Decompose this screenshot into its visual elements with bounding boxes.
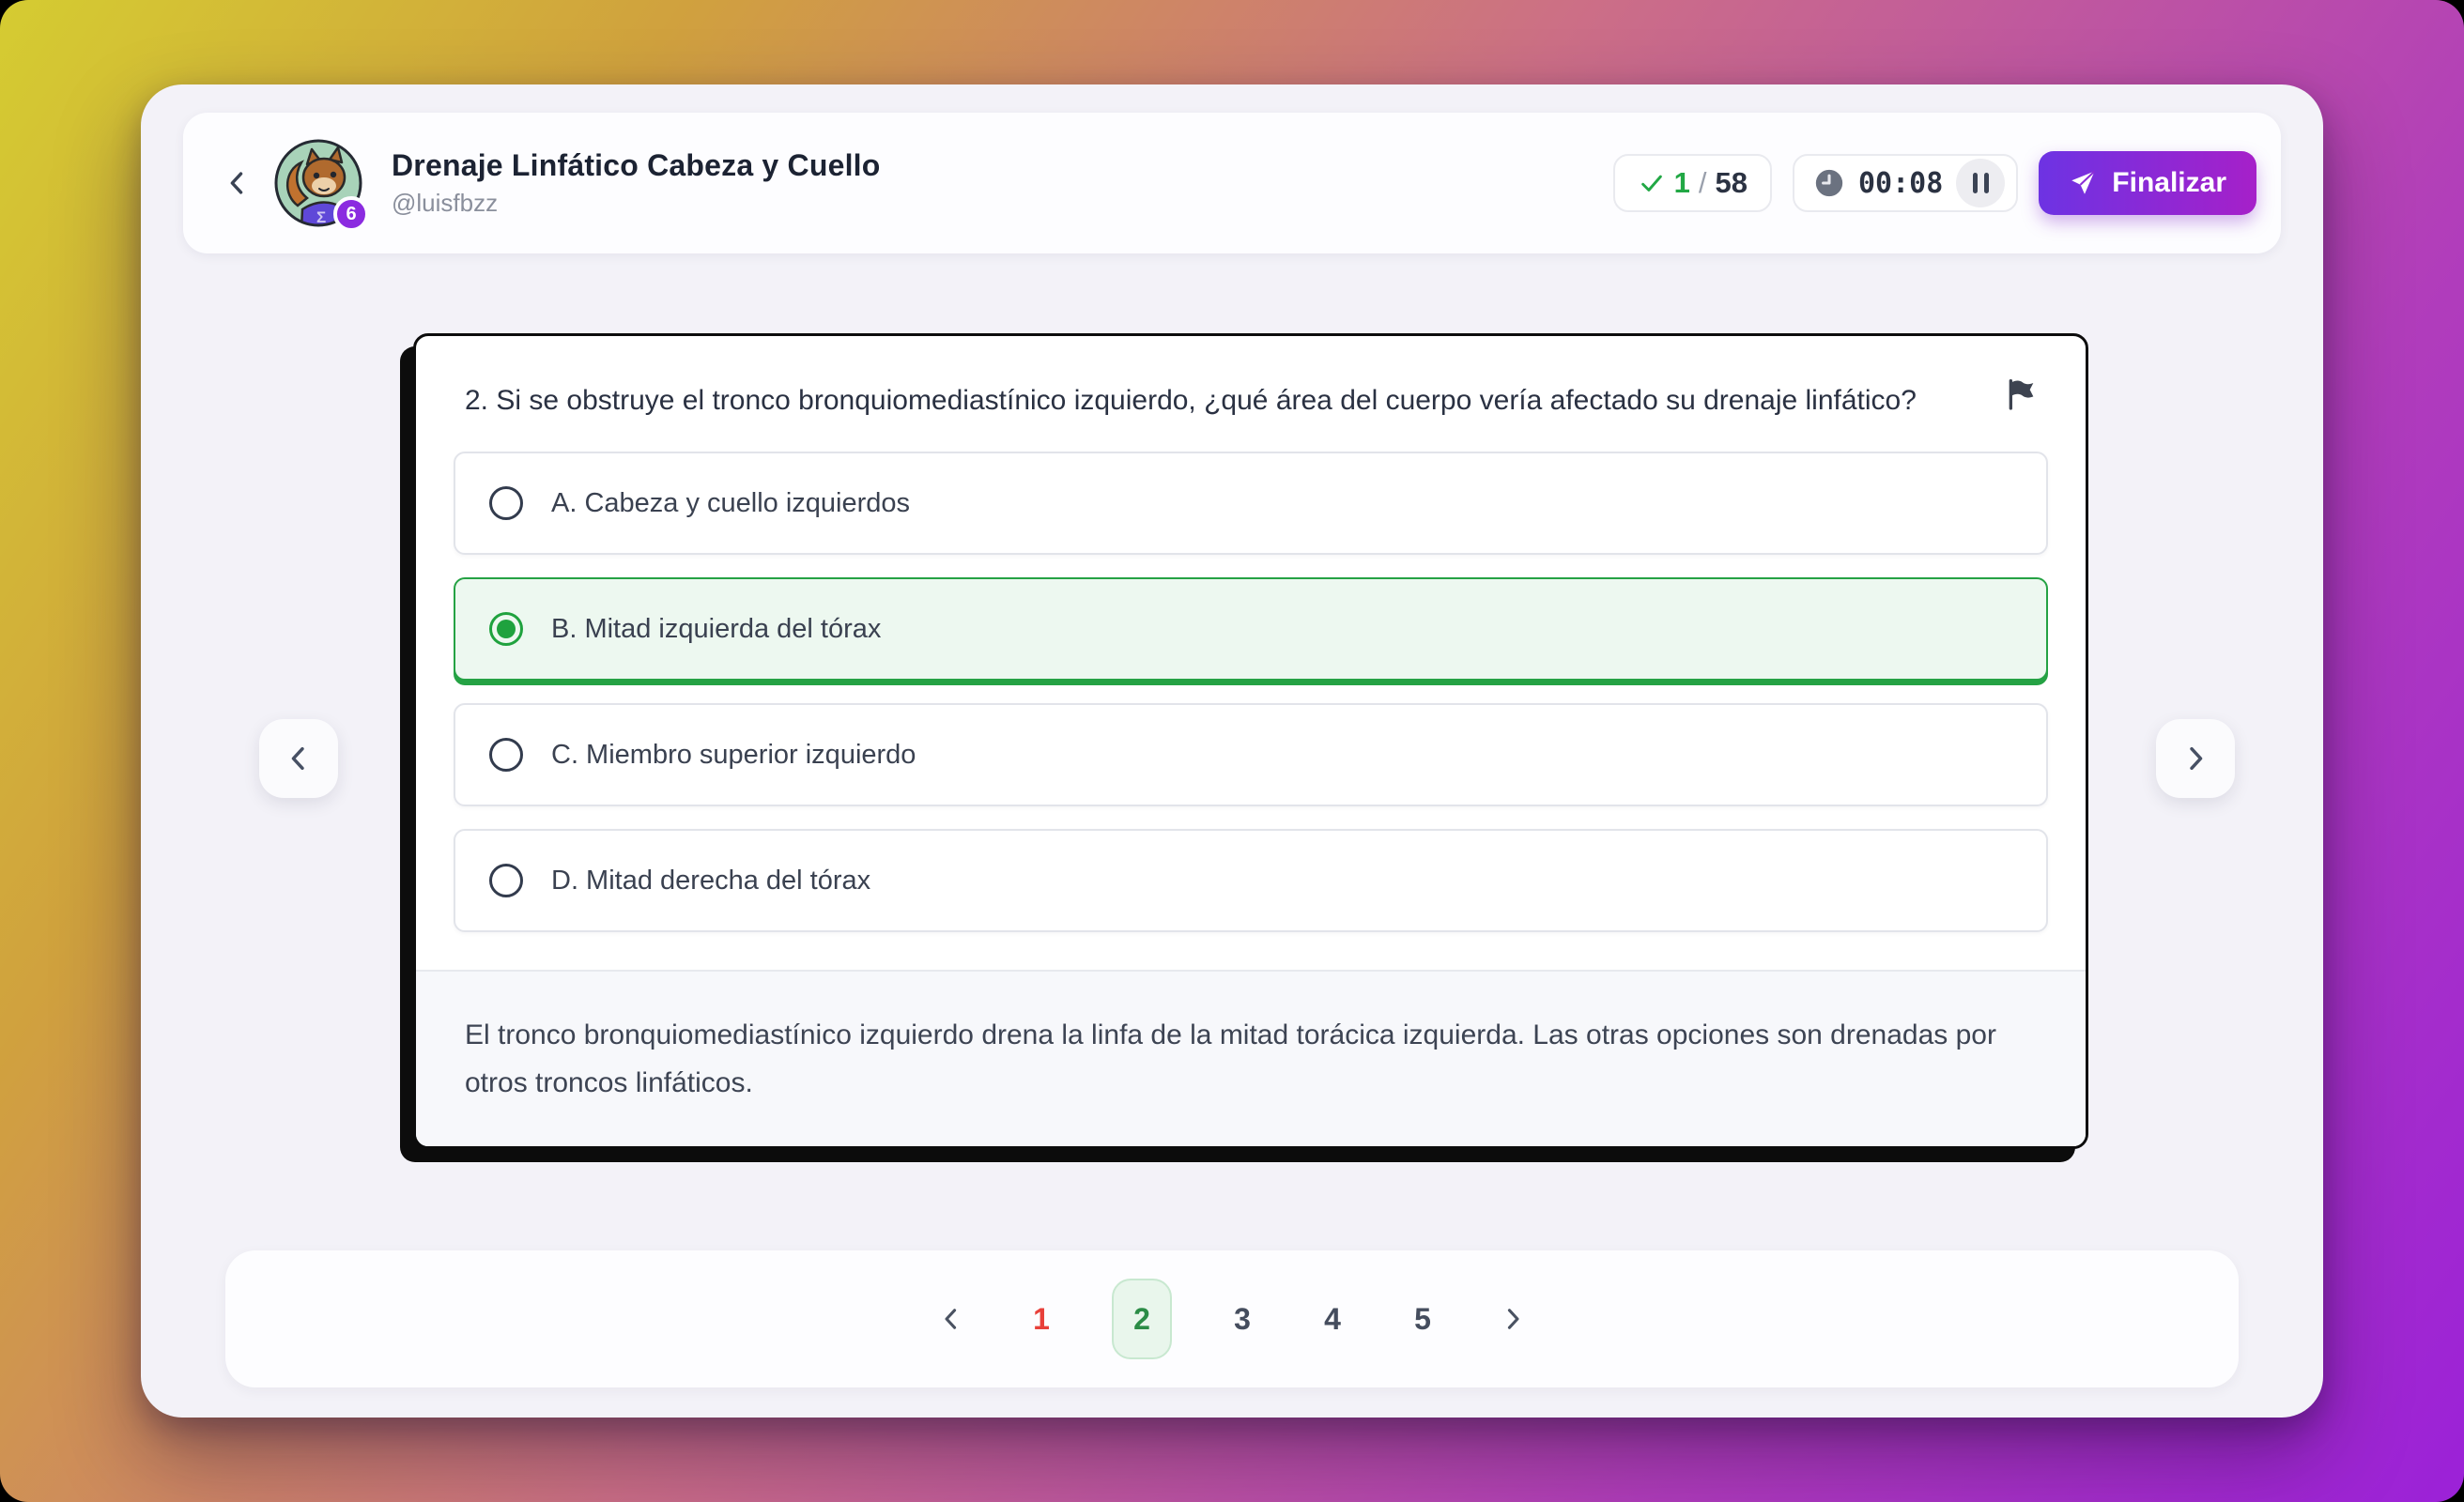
total-count: 58 [1716,166,1748,200]
radio-unchecked-icon [489,864,523,897]
option-a-label: A. Cabeza y cuello izquierdos [551,488,910,519]
page-4-button[interactable]: 4 [1313,1302,1352,1337]
pause-icon [1973,173,1978,193]
option-b-label: B. Mitad izquierda del tórax [551,614,881,645]
flag-question-button[interactable] [2003,374,2044,415]
quiz-app-window: Σ 6 Drenaje Linfático Cabeza y Cuello @l… [141,84,2323,1418]
check-icon [1638,169,1666,197]
explanation-text: El tronco bronquiomediastínico izquierdo… [465,1011,2037,1107]
clock-icon [1813,167,1845,199]
chevron-left-icon [222,167,254,199]
page-2-button-active[interactable]: 2 [1112,1279,1172,1359]
explanation-panel: El tronco bronquiomediastínico izquierdo… [416,970,2086,1146]
chevron-left-icon [281,741,316,776]
pagination-bar: 1 2 3 4 5 [225,1250,2239,1387]
timer-pill: 00:08 [1793,154,2018,212]
page-5-button[interactable]: 5 [1403,1302,1442,1337]
option-d-label: D. Mitad derecha del tórax [551,866,870,897]
header-bar: Σ 6 Drenaje Linfático Cabeza y Cuello @l… [183,113,2281,253]
radio-unchecked-icon [489,738,523,772]
screen-background: Σ 6 Drenaje Linfático Cabeza y Cuello @l… [0,0,2464,1502]
back-button[interactable] [213,159,262,207]
question-card: 2. Si se obstruye el tronco bronquiomedi… [413,333,2088,1149]
next-question-button[interactable] [2156,719,2235,798]
progress-pill: 1 / 58 [1613,154,1772,212]
timer-value: 00:08 [1858,167,1943,200]
options-list: A. Cabeza y cuello izquierdos B. Mitad i… [416,448,2086,970]
option-c-label: C. Miembro superior izquierdo [551,740,916,771]
answered-count: 1 [1674,166,1690,200]
chevron-right-icon [2178,741,2213,776]
pause-button[interactable] [1956,159,2005,207]
title-block: Drenaje Linfático Cabeza y Cuello @luisf… [392,148,881,218]
pager-prev-button[interactable] [932,1299,971,1339]
chevron-left-icon [935,1303,967,1335]
quiz-title: Drenaje Linfático Cabeza y Cuello [392,148,881,183]
username: @luisfbzz [392,189,881,218]
option-a[interactable]: A. Cabeza y cuello izquierdos [454,452,2048,555]
question-text: 2. Si se obstruye el tronco bronquiomedi… [465,377,1945,423]
chevron-right-icon [1497,1303,1529,1335]
finish-label: Finalizar [2112,167,2226,199]
option-c[interactable]: C. Miembro superior izquierdo [454,703,2048,806]
progress-separator: / [1699,166,1707,200]
question-header: 2. Si se obstruye el tronco bronquiomedi… [416,336,2086,448]
avatar[interactable]: Σ 6 [273,138,363,228]
finish-button[interactable]: Finalizar [2039,151,2256,215]
radio-checked-icon [489,612,523,646]
page-1-button[interactable]: 1 [1022,1302,1061,1337]
flag-icon [2003,376,2040,413]
level-badge: 6 [333,196,369,232]
pager-next-button[interactable] [1493,1299,1532,1339]
radio-unchecked-icon [489,486,523,520]
send-icon [2069,169,2097,197]
option-b-selected[interactable]: B. Mitad izquierda del tórax [454,577,2048,681]
prev-question-button[interactable] [259,719,338,798]
option-d[interactable]: D. Mitad derecha del tórax [454,829,2048,932]
page-3-button[interactable]: 3 [1223,1302,1262,1337]
